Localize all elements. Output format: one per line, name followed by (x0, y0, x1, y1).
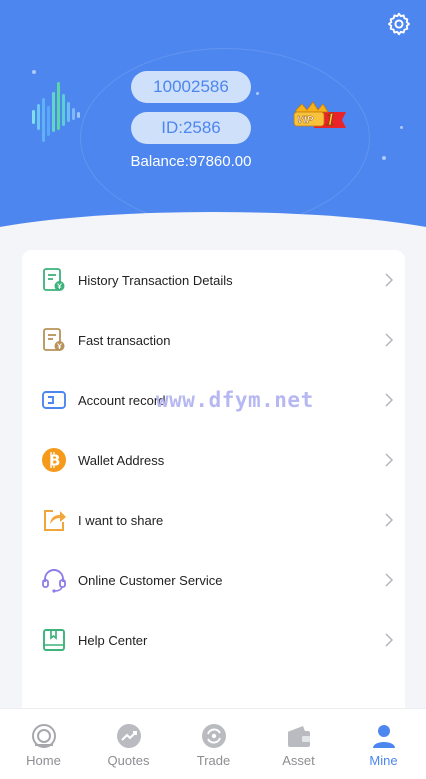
document-yen-icon (43, 268, 65, 291)
menu-item-help-center[interactable]: Help Center (22, 610, 405, 670)
chevron-right-icon (385, 633, 394, 647)
watermark-text: www.dfym.net (156, 388, 314, 412)
document-yen-icon (43, 328, 65, 351)
chevron-right-icon (385, 573, 394, 587)
sparkle-decoration (256, 92, 259, 95)
bottom-tab-bar: Home Quotes Trade Asset Mine (0, 708, 426, 779)
share-icon (44, 510, 66, 531)
vip-crown-badge: VIP 1 (293, 101, 346, 129)
sparkle-decoration (32, 70, 36, 74)
chevron-right-icon (385, 393, 394, 407)
person-icon (373, 725, 395, 748)
tab-label: Mine (369, 753, 398, 768)
wallet-icon (288, 726, 310, 747)
menu-item-label: Online Customer Service (78, 572, 223, 588)
svg-text:1: 1 (326, 109, 335, 129)
menu-item-label: Account record (78, 392, 166, 408)
tab-label: Home (26, 753, 61, 768)
tab-quotes[interactable]: Quotes (86, 709, 171, 779)
menu-item-history-transaction-details[interactable]: History Transaction Details (22, 250, 405, 310)
trade-icon (202, 724, 226, 748)
tab-asset[interactable]: Asset (256, 709, 341, 779)
sound-wave-logo (32, 82, 80, 142)
menu-item-wallet-address[interactable]: B Wallet Address (22, 430, 405, 490)
book-icon (43, 629, 65, 651)
menu-item-online-customer-service[interactable]: Online Customer Service (22, 550, 405, 610)
menu-card: History Transaction Details Fast transac… (22, 250, 405, 720)
menu-item-label: Help Center (78, 632, 148, 648)
chevron-right-icon (385, 513, 394, 527)
tab-home[interactable]: Home (1, 709, 86, 779)
user-id-badge: ID:2586 (131, 112, 251, 144)
menu-item-share[interactable]: I want to share (22, 490, 405, 550)
svg-text:VIP: VIP (297, 115, 313, 126)
user-number-badge: 10002586 (131, 71, 251, 103)
wallet-card-icon (42, 391, 66, 409)
bitcoin-icon: B (42, 448, 66, 472)
tab-mine[interactable]: Mine (341, 709, 426, 779)
menu-item-label: I want to share (78, 512, 164, 528)
tab-label: Quotes (107, 753, 150, 768)
tab-trade[interactable]: Trade (171, 709, 256, 779)
chevron-right-icon (385, 273, 394, 287)
home-icon (32, 724, 56, 748)
tab-label: Trade (196, 753, 231, 768)
menu-item-fast-transaction[interactable]: Fast transaction (22, 310, 405, 370)
quotes-icon (117, 724, 141, 748)
gear-icon[interactable] (386, 11, 412, 37)
sparkle-decoration (382, 156, 386, 160)
profile-header: 10002586 ID:2586 Balance:97860.00 VIP 1 (0, 0, 426, 260)
headset-icon (42, 569, 66, 593)
tab-label: Asset (282, 753, 315, 768)
menu-item-label: History Transaction Details (78, 272, 233, 288)
balance-text: Balance:97860.00 (130, 153, 252, 170)
sparkle-decoration (400, 126, 403, 129)
menu-item-label: Wallet Address (78, 452, 165, 468)
chevron-right-icon (385, 453, 394, 467)
chevron-right-icon (385, 333, 394, 347)
menu-item-label: Fast transaction (78, 332, 171, 348)
